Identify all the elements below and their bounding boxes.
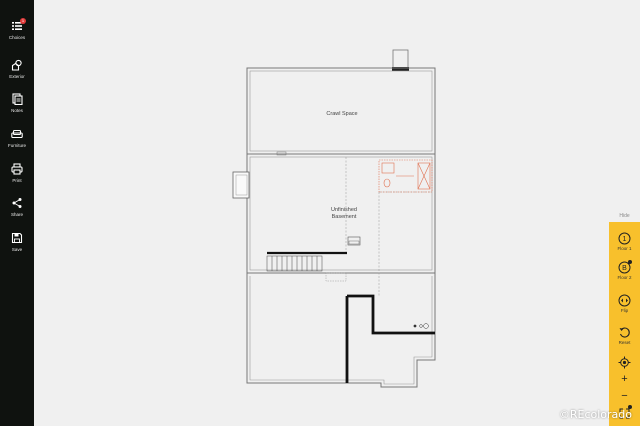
lower-wall-inner <box>249 276 433 385</box>
basement-label-line2: Basement <box>332 214 357 220</box>
sidebar-item-label: Choices <box>8 35 26 40</box>
floor2-number: B <box>622 265 627 272</box>
sidebar-item-label: Share <box>10 212 23 217</box>
watermark: ©REcolorado <box>558 408 632 421</box>
save-icon <box>11 232 23 244</box>
control-panel-body: 1 Floor 1 B Floor 2 Flip Reset + − <box>609 222 640 426</box>
lower-wall-outer <box>246 273 436 388</box>
egress-window <box>232 171 250 199</box>
sidebar-item-notes[interactable]: Notes <box>0 91 34 121</box>
flip-icon <box>618 294 631 307</box>
staircase <box>266 255 323 272</box>
crosshair-icon <box>618 356 631 369</box>
active-floor-dot <box>628 260 632 264</box>
hide-panel-button[interactable]: Hide <box>609 212 640 220</box>
sidebar-item-save[interactable]: Save <box>0 230 34 260</box>
floor-1-icon: 1 <box>618 232 631 245</box>
flip-label: Flip <box>620 308 629 313</box>
sidebar-item-label: Furniture <box>7 143 26 148</box>
sidebar-item-label: Save <box>11 247 23 252</box>
sofa-icon <box>11 129 23 139</box>
floor1-label: Floor 1 <box>617 246 632 251</box>
zoom-out-button[interactable]: − <box>609 389 640 403</box>
floor1-number: 1 <box>623 236 627 243</box>
notification-badge: 1 <box>20 18 26 24</box>
zoom-in-button[interactable]: + <box>609 372 640 386</box>
sidebar-item-label: Print <box>12 178 22 183</box>
sidebar-item-furniture[interactable]: Furniture <box>0 126 34 156</box>
reset-icon <box>619 327 630 338</box>
share-icon <box>12 198 22 208</box>
printer-icon <box>11 163 23 175</box>
foundation-wall <box>345 294 435 383</box>
sidebar: 1 Choices Exterior Notes Furniture Print… <box>0 0 34 426</box>
sidebar-item-label: Notes <box>11 108 23 113</box>
exterior-icon <box>11 59 22 71</box>
floor-plan-canvas[interactable]: Crawl Space Unfinished Basement <box>34 0 640 426</box>
notes-icon <box>12 93 23 105</box>
control-panel: Hide 1 Floor 1 B Floor 2 Flip Reset + − <box>609 212 640 426</box>
sidebar-item-exterior[interactable]: Exterior <box>0 57 34 87</box>
floor-plan-drawing: Crawl Space Unfinished Basement <box>232 49 436 388</box>
basement-label-line1: Unfinished <box>331 207 357 213</box>
optional-bathroom <box>378 159 433 193</box>
sidebar-item-share[interactable]: Share <box>0 195 34 225</box>
sidebar-item-label: Exterior <box>9 74 25 79</box>
crawl-space-label: Crawl Space <box>326 111 357 117</box>
sidebar-item-choices[interactable]: 1 Choices <box>0 18 34 48</box>
sidebar-item-print[interactable]: Print <box>0 161 34 191</box>
sump-marker <box>325 272 347 282</box>
floor2-label: Floor 2 <box>617 275 632 280</box>
reset-label: Reset <box>618 340 631 345</box>
